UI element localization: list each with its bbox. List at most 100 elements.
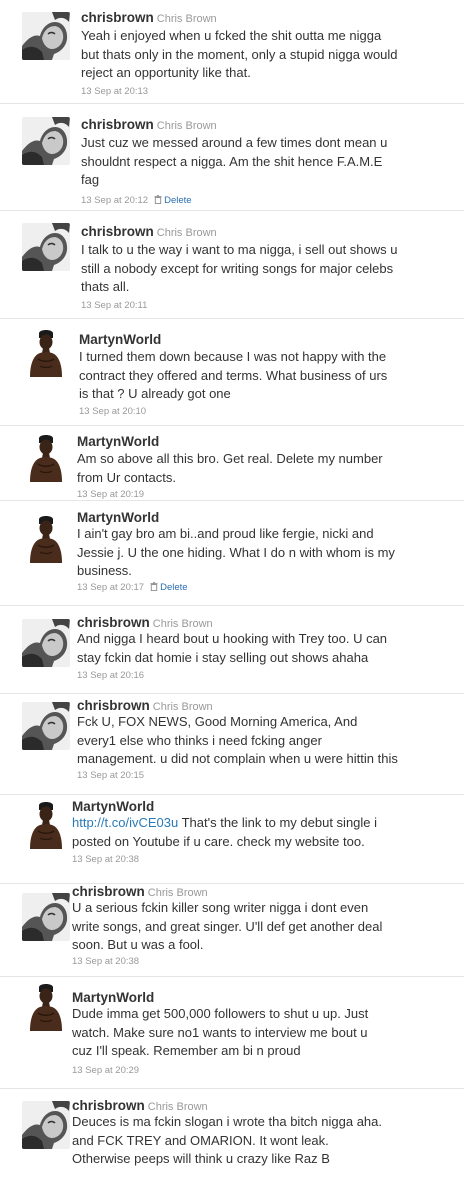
tweet-line: from Ur contacts. <box>77 469 176 485</box>
avatar[interactable] <box>22 515 70 563</box>
tweet-line: I turned them down because I was not hap… <box>79 349 387 364</box>
avatar[interactable] <box>22 12 70 60</box>
tweet-line: Fck U, FOX NEWS, Good Morning America, A… <box>77 714 358 729</box>
screen-name[interactable]: MartynWorld <box>79 332 161 347</box>
tweet-text: I ain't gay bro am bi..and proud like fe… <box>77 525 395 581</box>
tweet-meta: 13 Sep at 20:38 <box>72 854 139 866</box>
tweet-meta: 13 Sep at 20:29 <box>72 1065 139 1077</box>
tweet-text: http://t.co/ivCE03u That's the link to m… <box>72 814 377 851</box>
tweet-line: That's the link to my debut single i <box>178 815 378 830</box>
screen-name[interactable]: MartynWorld <box>72 799 154 814</box>
tweet-header: chrisbrown Chris Brown <box>81 117 217 134</box>
screen-name[interactable]: MartynWorld <box>77 510 159 525</box>
screen-name[interactable]: chrisbrown <box>81 117 154 132</box>
full-name[interactable]: Chris Brown <box>148 887 208 899</box>
tweet: chrisbrown Chris Brown U a serious fckin k… <box>0 884 464 977</box>
tweet-line: Yeah i enjoyed when u fcked the shit out… <box>81 28 382 43</box>
tweet: chrisbrown Chris Brown I talk to u the way… <box>0 211 464 319</box>
tweet-meta: 13 Sep at 20:17 Delete <box>77 582 188 594</box>
timestamp[interactable]: 13 Sep at 20:16 <box>77 670 144 681</box>
tweet-line: thats all. <box>81 279 130 294</box>
tweet-line: I ain't gay bro am bi..and proud like fe… <box>77 526 374 541</box>
delete-label[interactable]: Delete <box>160 582 187 593</box>
delete-button[interactable]: Delete <box>154 195 192 206</box>
tweet-meta: 13 Sep at 20:38 <box>72 956 139 968</box>
avatar[interactable] <box>22 329 70 377</box>
timestamp[interactable]: 13 Sep at 20:17 <box>77 582 144 593</box>
timestamp[interactable]: 13 Sep at 20:10 <box>79 406 146 417</box>
tweet-link[interactable]: http://t.co/ivCE03u <box>72 815 178 830</box>
tweet-header: chrisbrown Chris Brown <box>81 224 217 241</box>
tweet: MartynWorld I turned them down because I … <box>0 319 464 426</box>
full-name[interactable]: Chris Brown <box>153 701 213 713</box>
screen-name[interactable]: chrisbrown <box>81 224 154 239</box>
tweet-line: U a serious fckin killer song writer nig… <box>72 900 369 915</box>
timestamp[interactable]: 13 Sep at 20:38 <box>72 854 139 865</box>
screen-name[interactable]: chrisbrown <box>72 1098 145 1113</box>
trash-icon[interactable] <box>154 195 162 204</box>
tweet-header: MartynWorld <box>79 332 161 348</box>
avatar[interactable] <box>22 434 70 482</box>
tweet: chrisbrown Chris Brown Fck U, FOX NEWS, Go… <box>0 694 464 795</box>
tweet-meta: 13 Sep at 20:13 <box>81 86 148 98</box>
tweet-header: chrisbrown Chris Brown <box>81 10 217 27</box>
screen-name[interactable]: MartynWorld <box>77 434 159 449</box>
avatar[interactable] <box>22 801 70 849</box>
tweet-text: Deuces is ma fckin slogan i wrote tha bi… <box>72 1113 382 1169</box>
tweet: MartynWorld http://t.co/ivCE03u That's th… <box>0 795 464 884</box>
tweet-text: I turned them down because I was not hap… <box>79 348 387 404</box>
timestamp[interactable]: 13 Sep at 20:13 <box>81 86 148 97</box>
tweet-header: MartynWorld <box>72 990 154 1006</box>
full-name[interactable]: Chris Brown <box>157 227 217 239</box>
avatar[interactable] <box>22 619 70 667</box>
tweet-header: MartynWorld <box>77 434 159 450</box>
screen-name[interactable]: MartynWorld <box>72 990 154 1005</box>
screen-name[interactable]: chrisbrown <box>77 615 150 630</box>
tweet-line: write songs, and great singer. U'll def … <box>72 918 383 934</box>
timestamp[interactable]: 13 Sep at 20:29 <box>72 1065 139 1076</box>
screen-name[interactable]: chrisbrown <box>77 698 150 713</box>
full-name[interactable]: Chris Brown <box>148 1101 208 1113</box>
screen-name[interactable]: chrisbrown <box>72 884 145 899</box>
timestamp[interactable]: 13 Sep at 20:11 <box>81 300 147 311</box>
tweet-text: Just cuz we messed around a few times do… <box>81 134 387 190</box>
tweet-header: MartynWorld <box>77 510 159 526</box>
trash-icon[interactable] <box>150 582 158 591</box>
tweet-line: is that ? U already got one <box>79 386 231 401</box>
tweet-text: U a serious fckin killer song writer nig… <box>72 899 382 955</box>
screen-name[interactable]: chrisbrown <box>81 10 154 25</box>
avatar[interactable] <box>22 1101 70 1149</box>
tweet-line: but thats only in the moment, only a stu… <box>81 46 398 62</box>
tweet-line: soon. But u was a fool. <box>72 937 204 952</box>
timestamp[interactable]: 13 Sep at 20:15 <box>77 770 144 781</box>
tweet: MartynWorld Am so above all this bro. Get… <box>0 426 464 501</box>
tweet-line: every1 else who thinks i need fcking ang… <box>77 732 322 748</box>
delete-label[interactable]: Delete <box>164 195 191 206</box>
timestamp[interactable]: 13 Sep at 20:38 <box>72 956 139 967</box>
tweet-text: Yeah i enjoyed when u fcked the shit out… <box>81 27 398 83</box>
tweet-meta: 13 Sep at 20:19 <box>77 489 144 501</box>
full-name[interactable]: Chris Brown <box>153 618 213 630</box>
full-name[interactable]: Chris Brown <box>157 120 217 132</box>
tweet-meta: 13 Sep at 20:15 <box>77 770 144 782</box>
full-name[interactable]: Chris Brown <box>157 13 217 25</box>
avatar[interactable] <box>22 223 70 271</box>
timestamp[interactable]: 13 Sep at 20:12 <box>81 195 148 206</box>
tweet-line: Just cuz we messed around a few times do… <box>81 135 388 150</box>
tweet: MartynWorld I ain't gay bro am bi..and pr… <box>0 501 464 606</box>
tweet-line: Dude imma get 500,000 followers to shut … <box>72 1006 369 1021</box>
avatar[interactable] <box>22 702 70 750</box>
tweet-line: Otherwise peeps will think u crazy like … <box>72 1151 330 1166</box>
timestamp[interactable]: 13 Sep at 20:19 <box>77 489 144 500</box>
tweet-text: Am so above all this bro. Get real. Dele… <box>77 450 383 487</box>
avatar[interactable] <box>22 893 70 941</box>
avatar[interactable] <box>22 983 70 1031</box>
avatar[interactable] <box>22 117 70 165</box>
delete-button[interactable]: Delete <box>150 582 188 593</box>
tweet-meta: 13 Sep at 20:11 <box>81 300 147 312</box>
tweet: chrisbrown Chris Brown Just cuz we messed … <box>0 104 464 211</box>
tweet: chrisbrown Chris Brown And nigga I heard b… <box>0 606 464 694</box>
tweet: MartynWorld Dude imma get 500,000 followe… <box>0 977 464 1089</box>
tweet-line: business. <box>77 563 132 578</box>
tweet-line: watch. Make sure no1 wants to interview … <box>72 1024 368 1040</box>
